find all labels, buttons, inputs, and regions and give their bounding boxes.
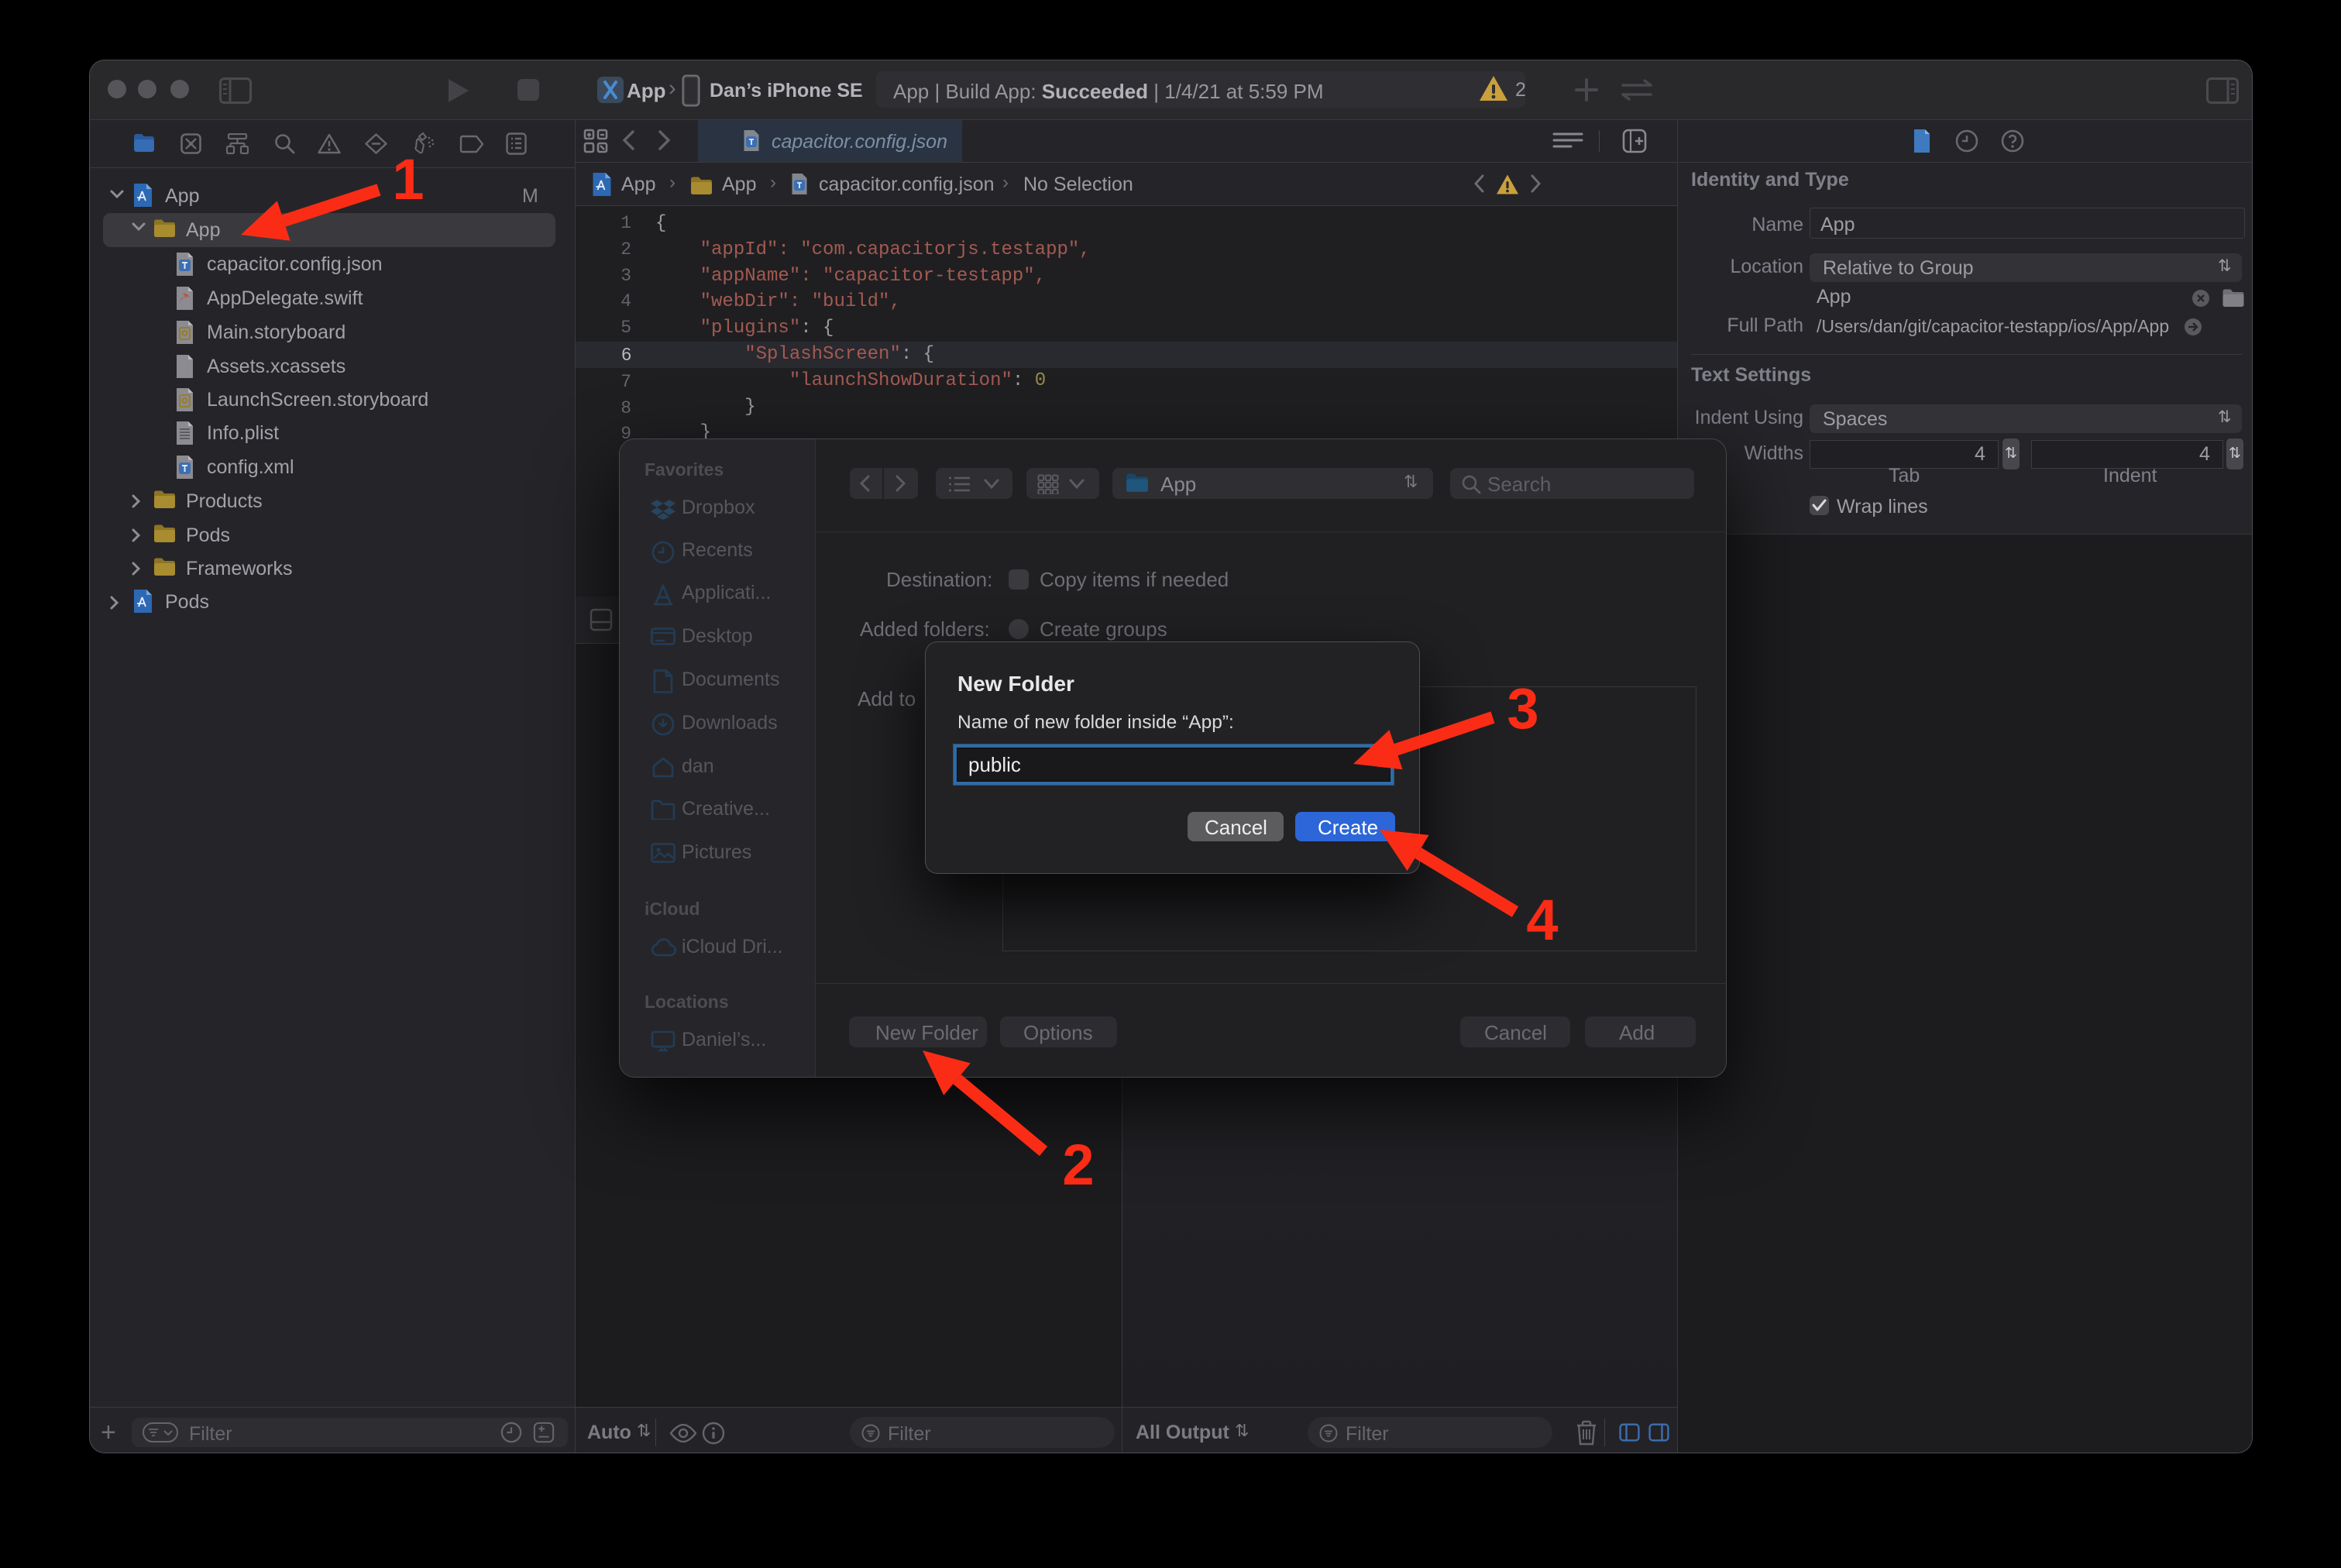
svg-text:2: 2 [1062, 1133, 1094, 1197]
svg-text:3: 3 [1507, 676, 1538, 741]
svg-text:1: 1 [392, 147, 424, 211]
svg-text:4: 4 [1526, 888, 1558, 952]
